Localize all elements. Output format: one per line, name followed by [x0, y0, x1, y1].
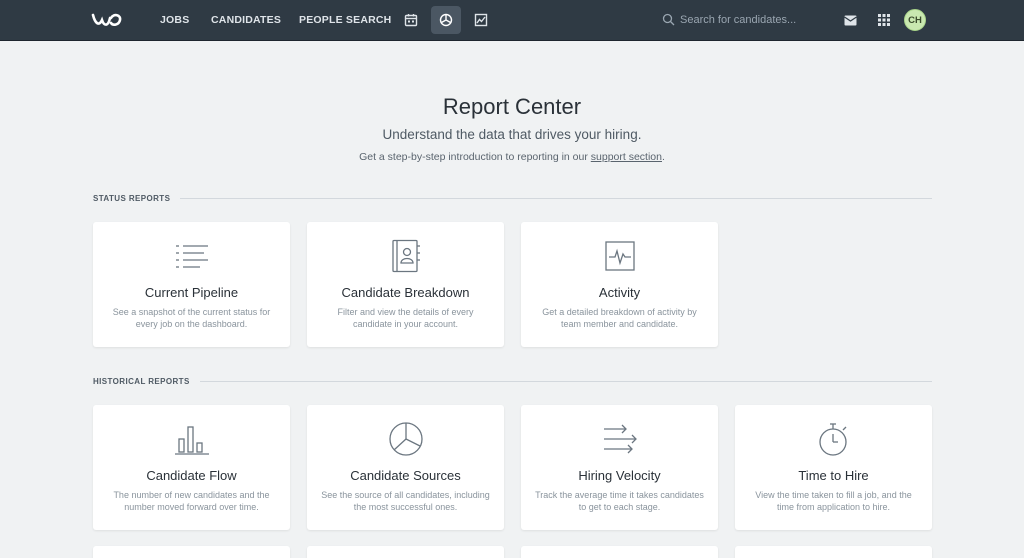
section-divider [199, 380, 932, 382]
report-card-hiring-velocity[interactable]: Hiring Velocity Track the average time i… [521, 405, 718, 530]
nav-candidates[interactable]: CANDIDATES [211, 14, 281, 28]
card-description: See a snapshot of the current status for… [112, 307, 271, 329]
app-grid-icon[interactable] [875, 11, 893, 29]
card-description: The number of new candidates and the num… [113, 490, 270, 512]
card-description: Get a detailed breakdown of activity by … [542, 307, 697, 329]
report-card-current-pipeline[interactable]: Current Pipeline See a snapshot of the c… [93, 222, 290, 347]
report-card-activity[interactable]: Activity Get a detailed breakdown of act… [521, 222, 718, 347]
card-description: Filter and view the details of every can… [337, 307, 474, 329]
search-input[interactable] [680, 11, 825, 29]
card-title: Activity [598, 285, 641, 300]
page-title: Report Center [442, 94, 582, 119]
nav-people-search[interactable]: PEOPLE SEARCH [299, 14, 391, 28]
activity-icon [521, 238, 718, 274]
card-description: See the source of all candidates, includ… [321, 490, 490, 512]
card-title: Candidate Flow [146, 468, 237, 483]
calendar-icon[interactable] [396, 6, 426, 34]
section-historical-reports: HISTORICAL REPORTS [93, 375, 932, 387]
report-card-partial[interactable] [307, 546, 504, 558]
search-box [660, 10, 830, 30]
contact-book-icon [307, 238, 504, 274]
analytics-icon[interactable] [466, 6, 496, 34]
card-title: Candidate Breakdown [341, 285, 470, 300]
card-title: Hiring Velocity [578, 468, 661, 483]
report-card-candidate-breakdown[interactable]: Candidate Breakdown Filter and view the … [307, 222, 504, 347]
card-title: Candidate Sources [350, 468, 461, 483]
nav-jobs[interactable]: JOBS [160, 14, 189, 28]
card-description: View the time taken to fill a job, and t… [755, 490, 912, 512]
page-subtitle: Understand the data that drives your hir… [382, 127, 642, 142]
search-icon [662, 13, 675, 26]
card-title: Current Pipeline [144, 285, 239, 300]
report-card-partial[interactable] [93, 546, 290, 558]
card-description: Track the average time it takes candidat… [535, 490, 704, 512]
report-card-candidate-sources[interactable]: Candidate Sources See the source of all … [307, 405, 504, 530]
intro-end: . [662, 151, 665, 163]
section-status-reports: STATUS REPORTS [93, 192, 932, 204]
page-intro: Get a step-by-step introduction to repor… [0, 151, 1024, 163]
report-card-candidate-flow[interactable]: Candidate Flow The number of new candida… [93, 405, 290, 530]
pie-chart-icon [307, 421, 504, 457]
section-label: STATUS REPORTS [93, 193, 171, 203]
velocity-icon [521, 421, 718, 457]
brand-logo[interactable] [90, 9, 126, 31]
intro-text: Get a step-by-step introduction to repor… [359, 151, 591, 163]
stopwatch-icon [735, 421, 932, 457]
avatar[interactable]: CH [904, 9, 926, 31]
pipeline-icon [93, 238, 290, 274]
report-card-partial[interactable] [735, 546, 932, 558]
section-divider [180, 197, 932, 199]
reports-icon[interactable] [431, 6, 461, 34]
top-navigation-bar: JOBS CANDIDATES PEOPLE SEARCH Search for… [0, 0, 1024, 41]
section-label: HISTORICAL REPORTS [93, 376, 190, 386]
report-card-time-to-hire[interactable]: Time to Hire View the time taken to fill… [735, 405, 932, 530]
bar-chart-icon [93, 421, 290, 457]
inbox-icon[interactable] [841, 11, 859, 29]
support-section-link[interactable]: support section [591, 151, 662, 163]
report-card-partial[interactable] [521, 546, 718, 558]
card-title: Time to Hire [798, 468, 869, 483]
